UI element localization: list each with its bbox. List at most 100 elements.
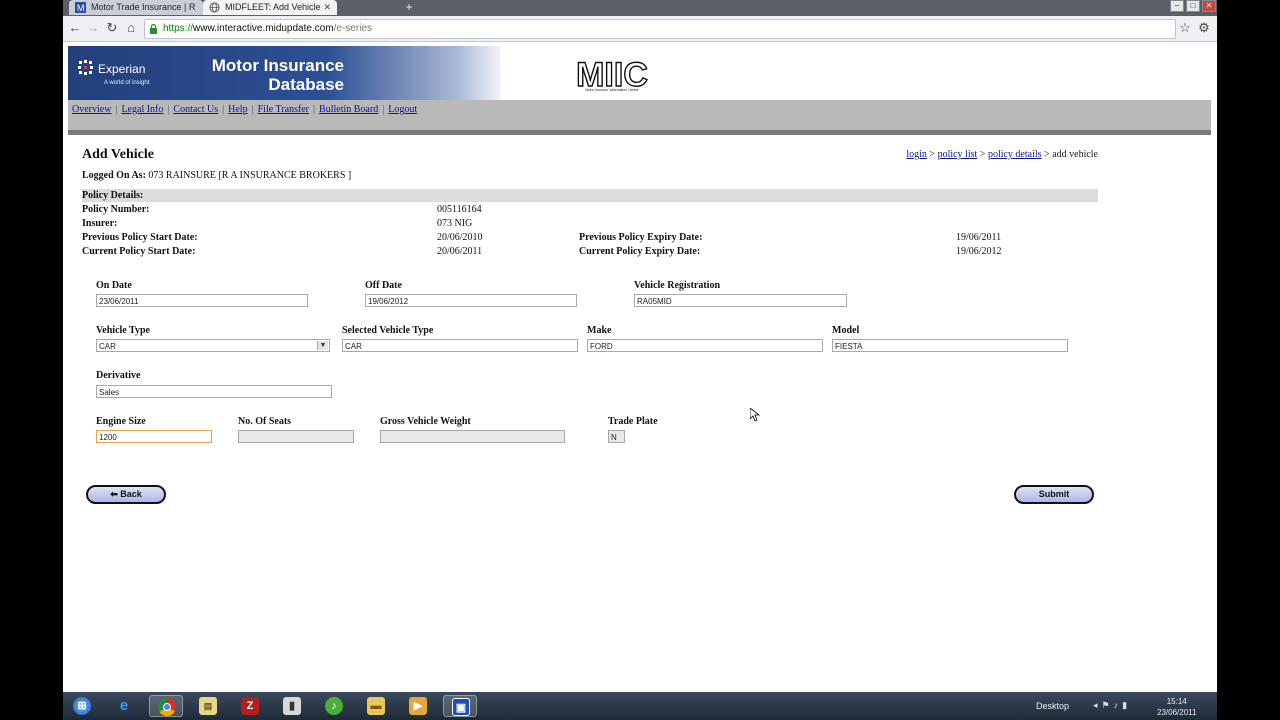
tab-motor-trade[interactable]: M Motor Trade Insurance | R (69, 0, 203, 15)
breadcrumb-login[interactable]: login (906, 149, 927, 160)
curr-start-value: 20/06/2011 (437, 246, 483, 257)
taskbar-capture[interactable]: ▣ (443, 695, 477, 717)
selected-vehicle-type-label: Selected Vehicle Type (342, 325, 434, 336)
gross-vehicle-weight-label: Gross Vehicle Weight (380, 416, 471, 427)
derivative-input[interactable]: Sales (96, 385, 332, 398)
start-button[interactable]: ⊞ (65, 695, 99, 717)
breadcrumb-policy-list[interactable]: policy list (938, 149, 978, 160)
make-input[interactable]: FORD (587, 339, 823, 352)
curr-start-label: Current Policy Start Date: (82, 246, 196, 257)
nav-bulletin-board[interactable]: Bulletin Board (319, 104, 378, 115)
reload-icon[interactable]: ↻ (104, 20, 120, 36)
prev-expiry-value: 19/06/2011 (956, 232, 1002, 243)
close-window-icon[interactable]: ✕ (1202, 0, 1216, 12)
seats-input[interactable] (238, 430, 354, 443)
vehicle-type-select[interactable]: CAR ▼ (96, 339, 330, 352)
tab-title: MIDFLEET: Add Vehicle (225, 2, 321, 12)
nav-logout[interactable]: Logout (388, 104, 417, 115)
insurer-label: Insurer: (82, 218, 118, 229)
svg-text:M: M (77, 3, 85, 13)
star-icon[interactable]: ☆ (1177, 20, 1193, 36)
chevron-down-icon[interactable]: ▼ (317, 341, 328, 350)
main-nav-bar: Overview | Legal Info | Contact Us | Help | File… (68, 100, 1211, 135)
url-text: https://www.interactive.midupdate.com/e-… (163, 23, 372, 34)
policy-details-heading: Policy Details: (82, 190, 144, 201)
app-icon: ▮ (283, 697, 301, 715)
window-controls: – □ ✕ (1170, 0, 1216, 12)
notes-icon: ▤ (199, 697, 217, 715)
prev-start-value: 20/06/2010 (437, 232, 483, 243)
submit-button[interactable]: Submit (1014, 485, 1094, 504)
nav-file-transfer[interactable]: File Transfer (258, 104, 309, 115)
folder-icon: ▬ (367, 697, 385, 715)
header-banner: Experian A world of insight Motor Insura… (68, 46, 500, 100)
trade-plate-label: Trade Plate (608, 416, 658, 427)
page-title: Add Vehicle (82, 147, 154, 162)
experian-tagline: A world of insight (104, 80, 150, 86)
new-tab-button[interactable]: + (401, 1, 417, 14)
filezilla-icon: Z (241, 697, 259, 715)
derivative-label: Derivative (96, 370, 141, 381)
nav-help[interactable]: Help (228, 104, 247, 115)
vehicle-registration-input[interactable]: RA05MID (634, 294, 847, 307)
nav-legal-info[interactable]: Legal Info (121, 104, 163, 115)
experian-name: Experian (98, 62, 146, 76)
wrench-icon[interactable]: ⚙ (1196, 20, 1212, 36)
seats-label: No. Of Seats (238, 416, 292, 427)
back-arrow-icon[interactable]: ← (67, 20, 83, 36)
address-bar[interactable]: https://www.interactive.midupdate.com/e-… (144, 19, 1176, 39)
prev-start-label: Previous Policy Start Date: (82, 232, 198, 243)
system-clock[interactable]: 15:14 23/06/2011 (1157, 696, 1196, 718)
on-date-input[interactable]: 23/06/2011 (96, 294, 308, 307)
favicon-icon: M (75, 2, 86, 13)
web-page: Experian A world of insight Motor Insura… (63, 42, 1217, 692)
off-date-input[interactable]: 19/06/2012 (365, 294, 577, 307)
logged-on-as: Logged On As: 073 RAINSURE [R A INSURANC… (82, 170, 352, 181)
tab-title: Motor Trade Insurance | R (91, 2, 196, 12)
curr-expiry-label: Current Policy Expiry Date: (579, 246, 701, 257)
selected-vehicle-type-input[interactable]: CAR (342, 339, 578, 352)
model-label: Model (832, 325, 860, 336)
tab-add-vehicle[interactable]: MIDFLEET: Add Vehicle ✕ (203, 0, 337, 15)
main-nav: Overview | Legal Info | Contact Us | Help | File… (72, 104, 418, 115)
taskbar-app[interactable]: ▮ (275, 695, 309, 717)
insurer-value: 073 NIG (437, 218, 473, 229)
globe-icon (209, 2, 220, 13)
taskbar-notes[interactable]: ▤ (191, 695, 225, 717)
nav-overview[interactable]: Overview (72, 104, 111, 115)
prev-expiry-label: Previous Policy Expiry Date: (579, 232, 703, 243)
back-arrow-icon: ⬅ (110, 489, 118, 499)
home-icon[interactable]: ⌂ (123, 20, 139, 36)
desktop-toolbar-label[interactable]: Desktop (1036, 701, 1069, 711)
breadcrumb-current: add vehicle (1052, 149, 1098, 160)
chrome-icon (158, 698, 176, 716)
lock-icon (150, 24, 157, 34)
media-player-icon: ♪ (325, 697, 343, 715)
browser-tab-strip: M Motor Trade Insurance | R MIDFLEET: Ad… (63, 0, 1217, 16)
back-button[interactable]: ⬅ Back (86, 485, 166, 504)
gross-vehicle-weight-input[interactable] (380, 430, 565, 443)
engine-size-label: Engine Size (96, 416, 146, 427)
windows-start-icon: ⊞ (73, 697, 91, 715)
minimize-icon[interactable]: – (1170, 0, 1184, 12)
vehicle-registration-label: Vehicle Registration (634, 280, 721, 291)
maximize-icon[interactable]: □ (1186, 0, 1200, 12)
policy-number-label: Policy Number: (82, 204, 150, 215)
taskbar-explorer[interactable]: ▬ (359, 695, 393, 717)
taskbar-ie[interactable]: e (107, 695, 141, 717)
close-icon[interactable]: ✕ (323, 0, 331, 15)
curr-expiry-value: 19/06/2012 (956, 246, 1002, 257)
trade-plate-input[interactable]: N (608, 430, 625, 443)
forward-arrow-icon[interactable]: → (85, 20, 101, 36)
taskbar-media[interactable]: ▶ (401, 695, 435, 717)
taskbar-chrome[interactable] (149, 695, 183, 717)
taskbar-filezilla[interactable]: Z (233, 695, 267, 717)
internet-explorer-icon: e (119, 697, 129, 714)
vehicle-type-label: Vehicle Type (96, 325, 150, 336)
nav-contact-us[interactable]: Contact Us (173, 104, 218, 115)
taskbar-itunes[interactable]: ♪ (317, 695, 351, 717)
system-tray-icons[interactable]: ◂⚑♪▮ (1093, 700, 1131, 711)
engine-size-input[interactable]: 1200 (96, 430, 212, 443)
model-input[interactable]: FIESTA (832, 339, 1068, 352)
breadcrumb-policy-details[interactable]: policy details (988, 149, 1042, 160)
